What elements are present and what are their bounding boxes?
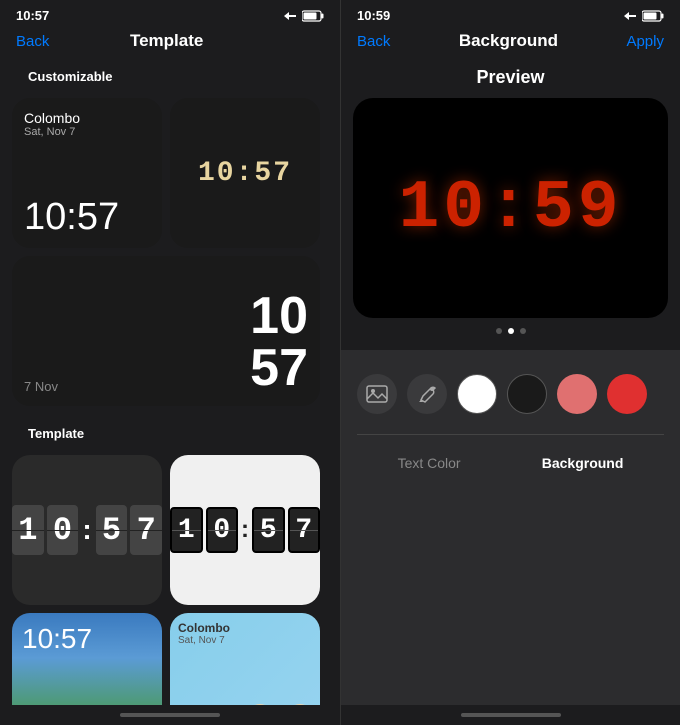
bold-min: 57 [250, 342, 308, 394]
flip-digit-3: 5 [96, 505, 128, 555]
left-status-icons [282, 10, 324, 22]
right-status-icons [622, 10, 664, 22]
bear-icon [245, 698, 315, 705]
color-red[interactable] [607, 374, 647, 414]
battery-icon [302, 10, 324, 22]
apply-button[interactable]: Apply [626, 33, 664, 50]
digital-time: 10:57 [198, 158, 292, 189]
customizable-section-label: Customizable [12, 61, 328, 90]
right-status-time: 10:59 [357, 8, 390, 23]
left-nav-bar: Back Template [0, 27, 340, 61]
widget-grid: Customizable Colombo Sat, Nov 7 10:57 10… [0, 61, 340, 705]
dot-3[interactable] [520, 328, 526, 334]
widget-row-2: 7 Nov 10 57 [12, 256, 328, 406]
left-status-bar: 10:57 [0, 0, 340, 27]
cartoon-city: Colombo [178, 621, 312, 635]
dot-1[interactable] [496, 328, 502, 334]
widget-row-4: 10:57 Sat, Nov 7 Colombo Sat, Nov 7 [12, 613, 328, 705]
color-white[interactable] [457, 374, 497, 414]
left-status-time: 10:57 [16, 8, 49, 23]
color-swatches [357, 366, 664, 422]
right-airplane-icon [622, 10, 638, 22]
flip-digit-1: 1 [12, 505, 44, 555]
right-panel: 10:59 Back Background Apply Preview 10:5… [340, 0, 680, 725]
clock-preview: 10:59 [398, 170, 622, 247]
tab-text-color[interactable]: Text Color [386, 451, 473, 475]
flip-wdigit-3: 5 [252, 507, 285, 553]
airplane-icon [282, 10, 298, 22]
pen-icon [416, 383, 438, 405]
flip-colon-1: : [82, 514, 91, 546]
bold-day: 7 Nov [24, 379, 58, 394]
dot-2[interactable] [508, 328, 514, 334]
flip-wcolon: : [241, 516, 249, 544]
colombo-date: Sat, Nov 7 [24, 126, 150, 138]
preview-area: 10:59 [353, 98, 668, 318]
page-dots [341, 318, 680, 344]
right-status-bar: 10:59 [341, 0, 680, 27]
flip-wdigit-4: 7 [288, 507, 321, 553]
colombo-time: 10:57 [24, 198, 150, 236]
widget-flip-white-card[interactable]: 1 0 : 5 7 [170, 455, 320, 605]
flip-wdigit-2: 0 [206, 507, 239, 553]
tab-background[interactable]: Background [530, 451, 636, 475]
preview-title: Preview [341, 61, 680, 98]
color-salmon[interactable] [557, 374, 597, 414]
right-battery-icon [642, 10, 664, 22]
widget-row-3: 1 0 : 5 7 1 0 : 5 7 [12, 455, 328, 605]
flip-digit-4: 7 [130, 505, 162, 555]
right-home-indicator [341, 705, 680, 725]
widget-flip-dark-card[interactable]: 1 0 : 5 7 [12, 455, 162, 605]
widget-bold-card[interactable]: 7 Nov 10 57 [12, 256, 320, 406]
widget-photo-card[interactable]: 10:57 Sat, Nov 7 [12, 613, 162, 705]
right-back-button[interactable]: Back [357, 33, 390, 50]
widget-colombo-card[interactable]: Colombo Sat, Nov 7 10:57 [12, 98, 162, 248]
left-nav-title: Template [130, 31, 203, 51]
image-icon [366, 383, 388, 405]
color-picker-button[interactable] [407, 374, 447, 414]
image-picker-button[interactable] [357, 374, 397, 414]
left-panel: 10:57 Back Template Customizable [0, 0, 340, 725]
colombo-city: Colombo [24, 110, 150, 126]
bold-hour: 10 [250, 290, 308, 342]
photo-time: 10:57 [22, 623, 92, 655]
right-nav-title: Background [459, 31, 558, 51]
widget-row-1: Colombo Sat, Nov 7 10:57 10:57 [12, 98, 328, 248]
template-section-label: Template [12, 418, 328, 447]
left-back-button[interactable]: Back [16, 33, 49, 50]
flip-wdigit-1: 1 [170, 507, 203, 553]
widget-digital-card[interactable]: 10:57 [170, 98, 320, 248]
flip-digit-2: 0 [47, 505, 79, 555]
color-dark[interactable] [507, 374, 547, 414]
widget-cartoon-card[interactable]: Colombo Sat, Nov 7 [170, 613, 320, 705]
cartoon-date: Sat, Nov 7 [178, 635, 312, 646]
right-nav-bar: Back Background Apply [341, 27, 680, 61]
color-tabs: Text Color Background [357, 434, 664, 483]
color-section: Text Color Background [341, 350, 680, 705]
left-home-indicator [0, 705, 340, 725]
